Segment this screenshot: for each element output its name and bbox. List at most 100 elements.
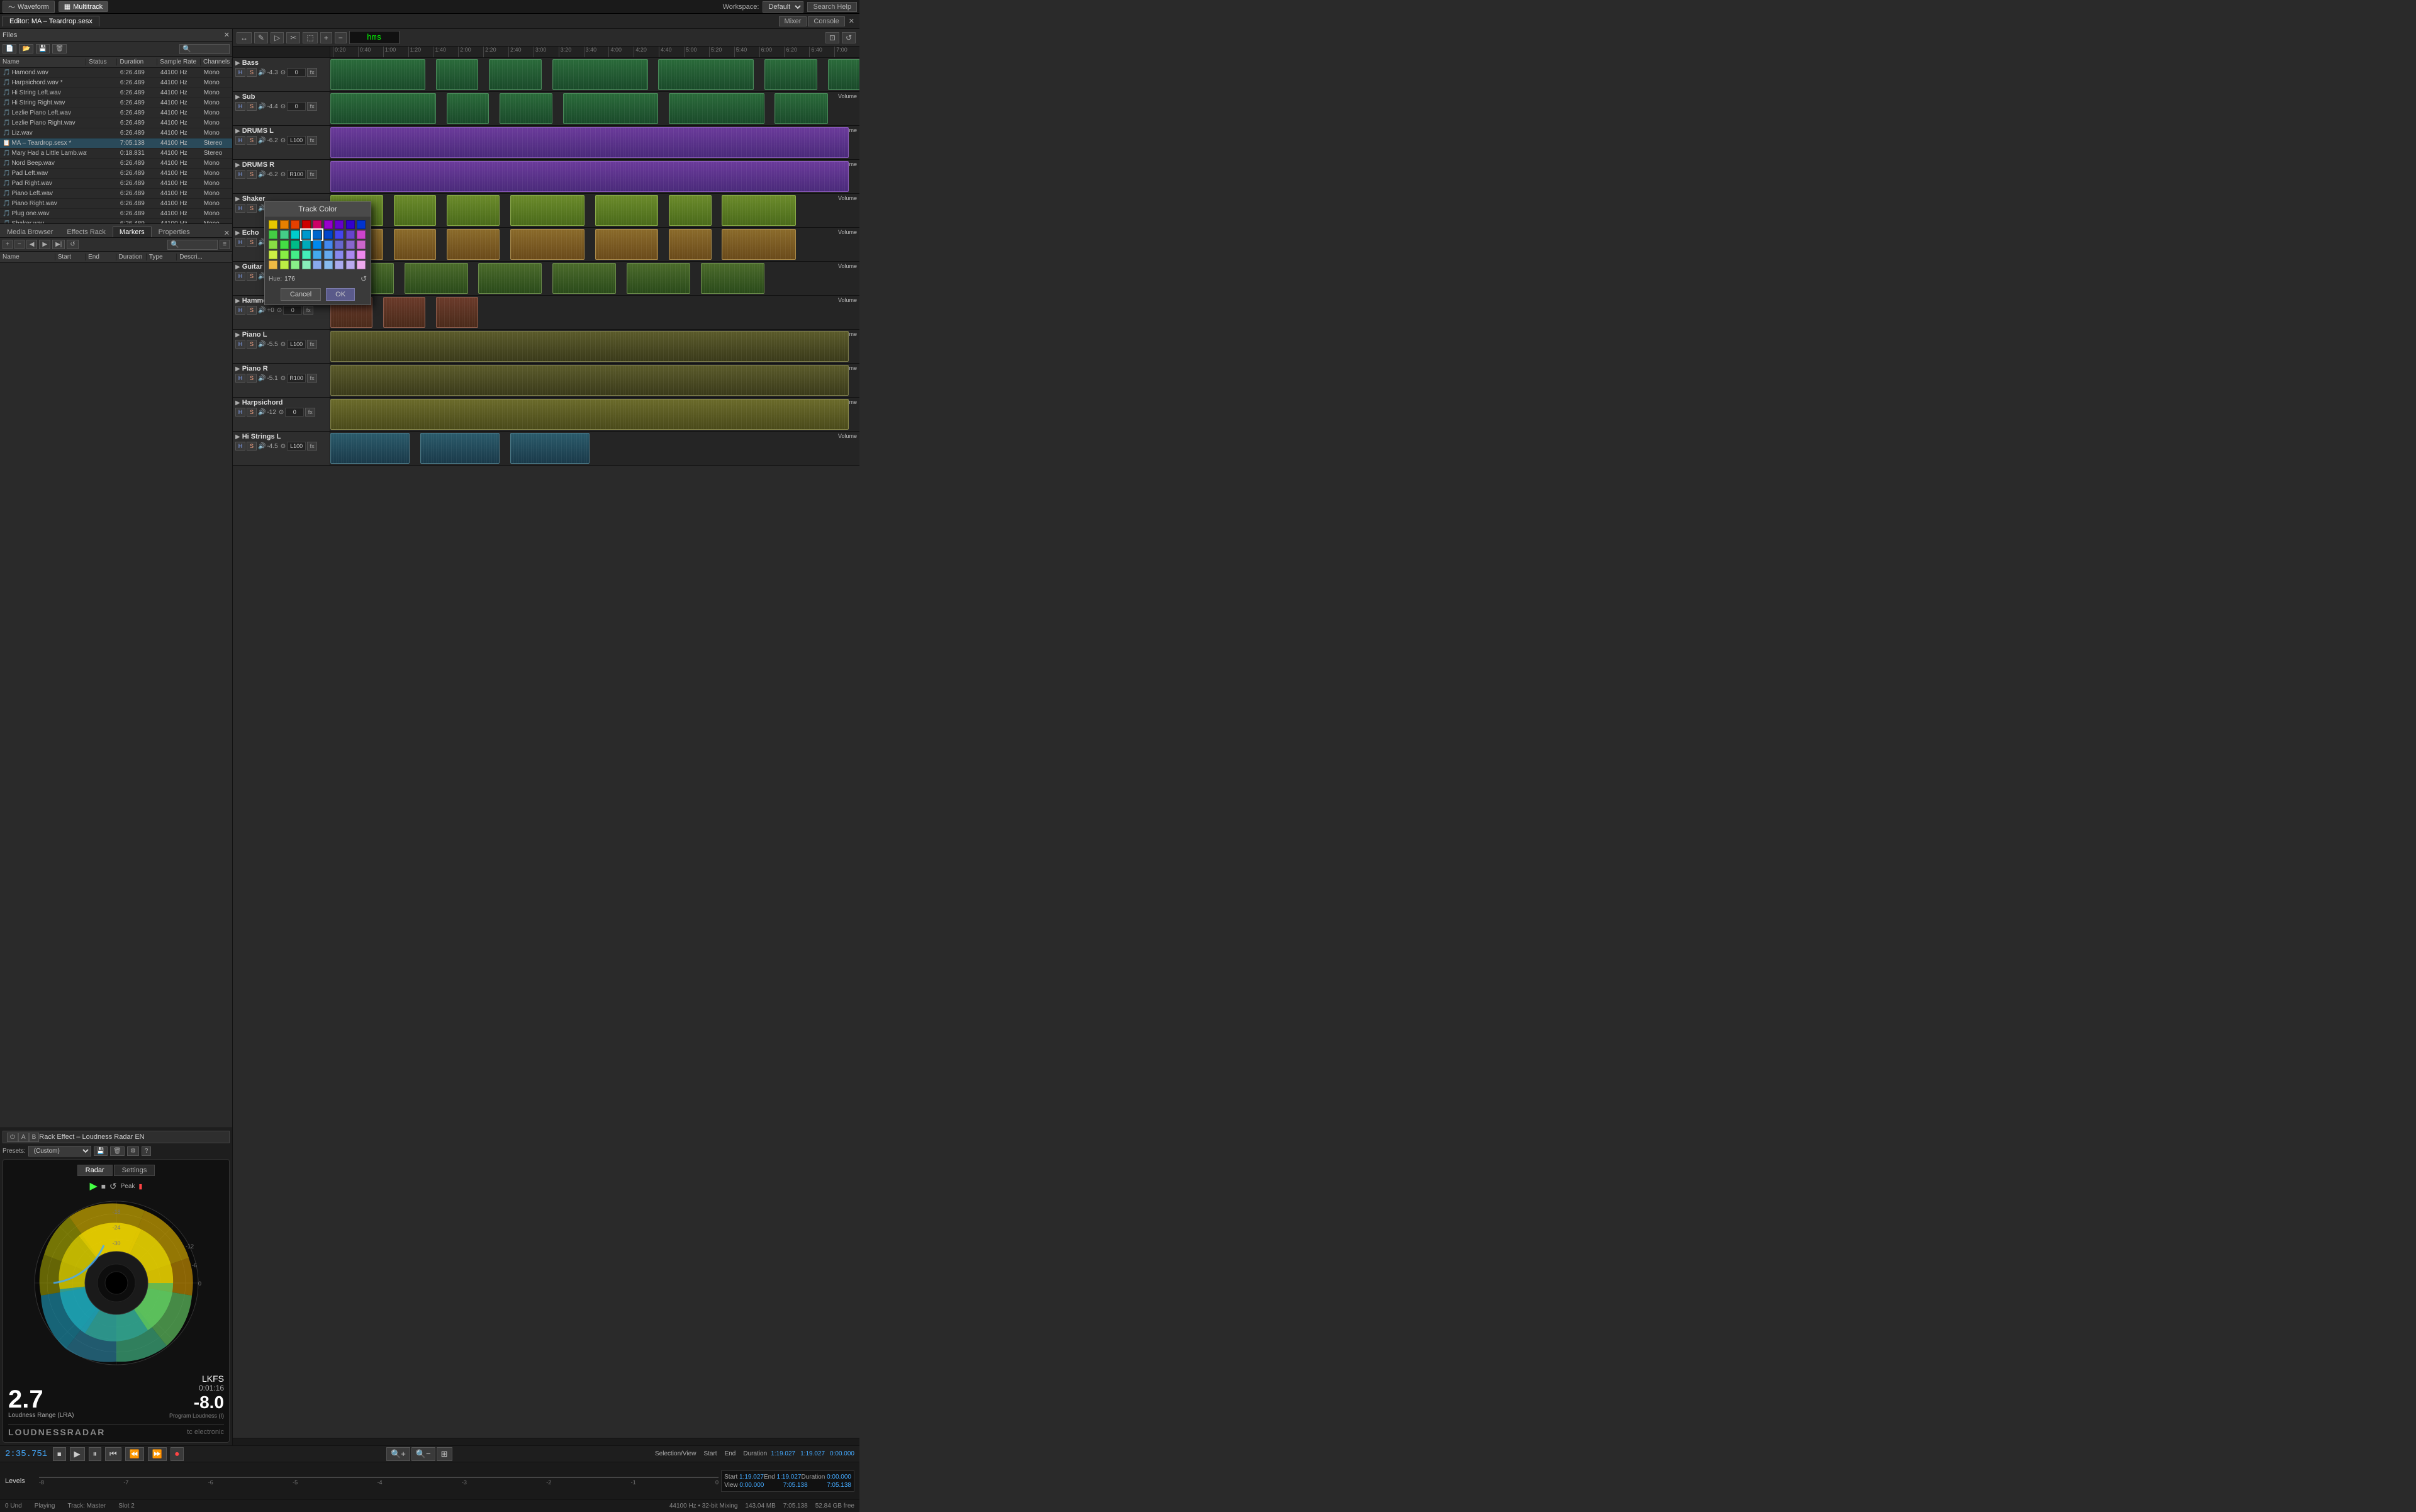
pause-btn[interactable]: ⏸ — [89, 1447, 102, 1461]
track-h-btn[interactable]: H — [235, 374, 245, 383]
file-row[interactable]: 🎵Lezlie Piano Right.wav 6:26.489 44100 H… — [0, 118, 232, 128]
color-swatch[interactable] — [291, 240, 299, 249]
color-swatch[interactable] — [335, 220, 344, 229]
audio-clip[interactable] — [394, 195, 436, 226]
color-swatch[interactable] — [291, 230, 299, 239]
track-fx-btn[interactable]: fx — [307, 170, 317, 179]
track-h-btn[interactable]: H — [235, 408, 245, 417]
track-content-bass[interactable]: Volume — [330, 58, 859, 91]
audio-clip[interactable] — [669, 229, 711, 260]
color-swatch[interactable] — [357, 260, 366, 269]
color-swatch[interactable] — [324, 230, 333, 239]
track-s-btn[interactable]: S — [247, 408, 257, 417]
track-fx-btn[interactable]: fx — [307, 442, 317, 451]
color-swatch[interactable] — [346, 230, 355, 239]
marker-add-btn[interactable]: + — [3, 240, 13, 249]
track-s-btn[interactable]: S — [247, 68, 257, 77]
color-swatch[interactable] — [302, 230, 311, 239]
color-swatch[interactable] — [324, 240, 333, 249]
track-h-btn[interactable]: H — [235, 170, 245, 179]
color-swatch[interactable] — [302, 260, 311, 269]
radar-reset-btn[interactable]: ↺ — [109, 1181, 117, 1192]
radar-stop-btn[interactable]: ⏹ — [101, 1181, 106, 1192]
properties-tab[interactable]: Properties — [152, 227, 197, 237]
color-swatch[interactable] — [324, 220, 333, 229]
track-fx-btn[interactable]: fx — [307, 102, 317, 111]
tl-tool3[interactable]: ▷ — [271, 32, 284, 43]
audio-clip[interactable] — [722, 195, 796, 226]
file-row[interactable]: 🎵Hi String Right.wav 6:26.489 44100 Hz M… — [0, 98, 232, 108]
horizontal-scrollbar[interactable] — [233, 1438, 859, 1445]
radar-settings-tab[interactable]: Settings — [114, 1165, 155, 1176]
tl-tool2[interactable]: ✎ — [254, 32, 268, 43]
ok-button[interactable]: OK — [326, 288, 355, 301]
rack-a-btn[interactable]: A — [18, 1133, 29, 1142]
markers-search[interactable] — [167, 240, 218, 250]
audio-clip[interactable] — [447, 229, 500, 260]
tl-zoom-out[interactable]: − — [335, 32, 347, 43]
track-s-btn[interactable]: S — [247, 136, 257, 145]
mixer-button[interactable]: Mixer — [779, 16, 807, 26]
track-fx-btn[interactable]: fx — [307, 374, 317, 383]
preset-save-btn[interactable]: 💾 — [94, 1146, 108, 1156]
tl-tool1[interactable]: ↔ — [237, 32, 252, 43]
track-s-btn[interactable]: S — [247, 306, 257, 315]
markers-tab[interactable]: Markers — [113, 227, 152, 237]
track-expand-arrow[interactable]: ▶ — [235, 230, 240, 237]
marker-loop-btn[interactable]: ↺ — [67, 240, 78, 249]
audio-clip[interactable] — [510, 195, 584, 226]
file-row[interactable]: 📋MA – Teardrop.sesx * 7:05.138 44100 Hz … — [0, 138, 232, 148]
color-swatch[interactable] — [280, 260, 289, 269]
color-swatch[interactable] — [291, 220, 299, 229]
preset-del-btn[interactable]: 🗑 — [110, 1146, 125, 1156]
color-swatch[interactable] — [335, 250, 344, 259]
color-swatch[interactable] — [280, 220, 289, 229]
audio-clip[interactable] — [330, 433, 410, 464]
color-swatch[interactable] — [324, 260, 333, 269]
track-expand-arrow[interactable]: ▶ — [235, 298, 240, 305]
color-swatch[interactable] — [302, 250, 311, 259]
file-row[interactable]: 🎵Lezlie Piano Left.wav 6:26.489 44100 Hz… — [0, 108, 232, 118]
track-s-btn[interactable]: S — [247, 238, 257, 247]
audio-clip[interactable] — [828, 59, 859, 90]
color-swatch[interactable] — [346, 250, 355, 259]
next-btn[interactable]: ⏩ — [148, 1447, 167, 1461]
color-swatch[interactable] — [357, 250, 366, 259]
track-expand-arrow[interactable]: ▶ — [235, 128, 240, 135]
track-expand-arrow[interactable]: ▶ — [235, 264, 240, 271]
track-fx-btn[interactable]: fx — [307, 340, 317, 349]
workspace-select[interactable]: Default — [763, 1, 803, 13]
audio-clip[interactable] — [436, 297, 478, 328]
audio-clip[interactable] — [447, 195, 500, 226]
rack-settings-btn[interactable]: ⚙ — [127, 1146, 139, 1156]
audio-clip[interactable] — [394, 229, 436, 260]
track-h-btn[interactable]: H — [235, 272, 245, 281]
color-swatch[interactable] — [269, 240, 277, 249]
rack-help-btn[interactable]: ? — [142, 1146, 152, 1156]
marker-del-btn[interactable]: − — [14, 240, 25, 249]
audio-clip[interactable] — [552, 59, 647, 90]
rewind-btn[interactable]: ⏮ — [105, 1447, 121, 1461]
audio-clip[interactable] — [330, 161, 849, 192]
color-swatch[interactable] — [313, 220, 322, 229]
track-content-piano-r[interactable]: Volume — [330, 364, 859, 397]
track-h-btn[interactable]: H — [235, 102, 245, 111]
preset-select[interactable]: (Custom) — [28, 1146, 91, 1156]
track-content-shaker[interactable]: Volume — [330, 194, 859, 227]
color-swatch[interactable] — [269, 250, 277, 259]
track-fx-btn[interactable]: fx — [307, 68, 317, 77]
color-swatch[interactable] — [357, 220, 366, 229]
track-h-btn[interactable]: H — [235, 238, 245, 247]
track-s-btn[interactable]: S — [247, 374, 257, 383]
zoom-in-btn[interactable]: 🔍+ — [386, 1447, 410, 1461]
color-swatch[interactable] — [313, 240, 322, 249]
marker-play-btn[interactable]: ▶| — [52, 240, 65, 249]
color-swatch[interactable] — [335, 260, 344, 269]
cancel-button[interactable]: Cancel — [281, 288, 321, 301]
audio-clip[interactable] — [669, 93, 764, 124]
track-content-piano-l[interactable]: Volume — [330, 330, 859, 363]
record-btn[interactable]: ⏺ — [171, 1447, 184, 1461]
file-row[interactable]: 🎵Mary Had a Little Lamb.wav 0:18.831 441… — [0, 148, 232, 159]
color-swatch[interactable] — [302, 220, 311, 229]
track-pan[interactable]: L100 — [287, 136, 306, 145]
